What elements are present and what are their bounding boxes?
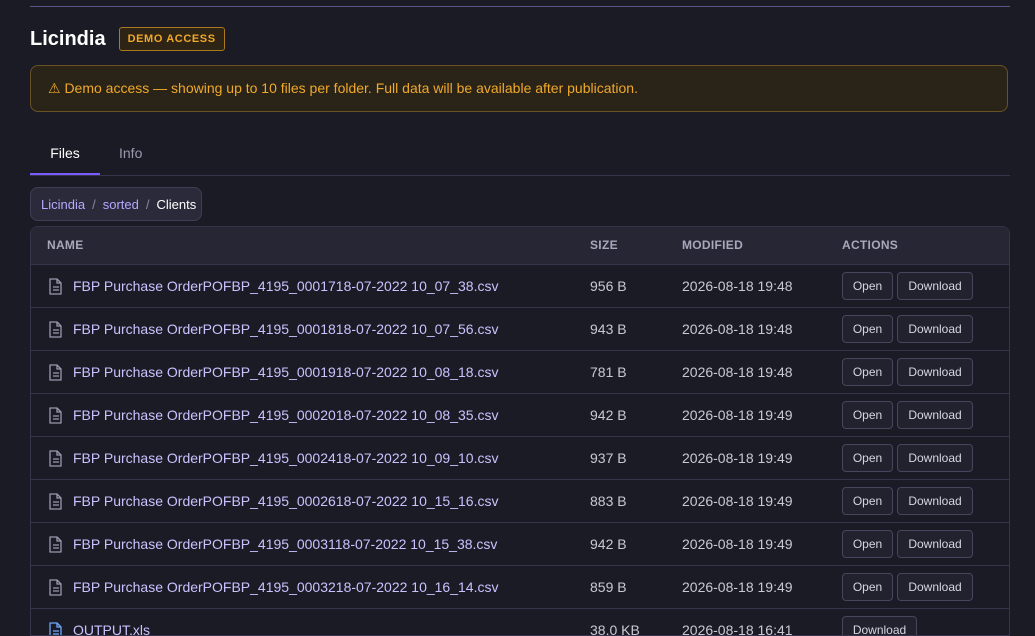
- file-size: 937 B: [590, 450, 627, 466]
- file-name-link[interactable]: FBP Purchase OrderPOFBP_4195_0001718-07-…: [73, 265, 498, 307]
- file-modified: 2026-08-18 19:48: [682, 278, 793, 294]
- download-button[interactable]: Download: [897, 401, 973, 429]
- file-name-link[interactable]: FBP Purchase OrderPOFBP_4195_0003218-07-…: [73, 566, 498, 608]
- file-icon: [48, 364, 64, 381]
- page-title: Licindia: [30, 27, 106, 50]
- demo-notice-text: ⚠ Demo access — showing up to 10 files p…: [48, 80, 638, 96]
- file-size: 859 B: [590, 579, 627, 595]
- table-row: FBP Purchase OrderPOFBP_4195_0001918-07-…: [31, 351, 1009, 394]
- file-modified: 2026-08-18 19:48: [682, 321, 793, 337]
- download-button[interactable]: Download: [842, 616, 917, 635]
- file-name-link[interactable]: FBP Purchase OrderPOFBP_4195_0003118-07-…: [73, 523, 497, 565]
- file-size: 883 B: [590, 493, 627, 509]
- file-name-link[interactable]: FBP Purchase OrderPOFBP_4195_0001818-07-…: [73, 308, 498, 350]
- open-button[interactable]: Open: [842, 315, 893, 343]
- file-modified: 2026-08-18 19:49: [682, 536, 793, 552]
- file-name-link[interactable]: FBP Purchase OrderPOFBP_4195_0001918-07-…: [73, 351, 498, 393]
- breadcrumb: Licindia / sorted / Clients: [30, 187, 202, 221]
- download-button[interactable]: Download: [897, 272, 973, 300]
- file-icon: [48, 536, 64, 553]
- download-button[interactable]: Download: [897, 444, 973, 472]
- download-button[interactable]: Download: [897, 487, 973, 515]
- file-modified: 2026-08-18 19:49: [682, 579, 793, 595]
- breadcrumb-licindia[interactable]: Licindia: [41, 197, 85, 212]
- open-button[interactable]: Open: [842, 530, 893, 558]
- table-row: FBP Purchase OrderPOFBP_4195_0001818-07-…: [31, 308, 1009, 351]
- header-name: NAME: [47, 238, 84, 252]
- open-button[interactable]: Open: [842, 401, 893, 429]
- demo-notice: ⚠ Demo access — showing up to 10 files p…: [30, 65, 1008, 112]
- file-modified: 2026-08-18 19:49: [682, 493, 793, 509]
- breadcrumb-clients: Clients: [156, 196, 197, 212]
- file-name-link[interactable]: OUTPUT.xls: [73, 609, 150, 635]
- table-body: FBP Purchase OrderPOFBP_4195_0001718-07-…: [31, 265, 1009, 636]
- table-row: FBP Purchase OrderPOFBP_4195_0002618-07-…: [31, 480, 1009, 523]
- download-button[interactable]: Download: [897, 530, 973, 558]
- top-divider: [30, 6, 1010, 7]
- file-icon: [48, 278, 64, 295]
- breadcrumb-separator: /: [145, 196, 150, 212]
- file-size: 943 B: [590, 321, 627, 337]
- file-modified: 2026-08-18 19:49: [682, 407, 793, 423]
- open-button[interactable]: Open: [842, 358, 893, 386]
- tab-bar: Files Info: [30, 137, 1010, 176]
- file-size: 942 B: [590, 407, 627, 423]
- file-name-link[interactable]: FBP Purchase OrderPOFBP_4195_0002018-07-…: [73, 394, 498, 436]
- open-button[interactable]: Open: [842, 272, 893, 300]
- table-row: FBP Purchase OrderPOFBP_4195_0003118-07-…: [31, 523, 1009, 566]
- open-button[interactable]: Open: [842, 573, 893, 601]
- file-icon: [48, 579, 64, 596]
- header-actions: ACTIONS: [842, 238, 899, 252]
- table-header: NAME SIZE MODIFIED ACTIONS: [31, 227, 1009, 265]
- open-button[interactable]: Open: [842, 487, 893, 515]
- files-table: NAME SIZE MODIFIED ACTIONS FBP Purchase …: [30, 226, 1010, 636]
- file-icon: [48, 622, 64, 635]
- file-icon: [48, 321, 64, 338]
- breadcrumb-sorted[interactable]: sorted: [103, 197, 139, 212]
- file-size: 38.0 KB: [590, 622, 640, 636]
- tab-files[interactable]: Files: [30, 137, 100, 175]
- file-name-link[interactable]: FBP Purchase OrderPOFBP_4195_0002618-07-…: [73, 480, 498, 522]
- download-button[interactable]: Download: [897, 573, 973, 601]
- download-button[interactable]: Download: [897, 358, 973, 386]
- open-button[interactable]: Open: [842, 444, 893, 472]
- breadcrumb-separator: /: [92, 196, 96, 212]
- tab-info[interactable]: Info: [119, 137, 142, 173]
- table-row: OUTPUT.xls 38.0 KB 2026-08-18 16:41 Down…: [31, 609, 1009, 636]
- table-row: FBP Purchase OrderPOFBP_4195_0001718-07-…: [31, 265, 1009, 308]
- file-icon: [48, 493, 64, 510]
- file-modified: 2026-08-18 16:41: [682, 622, 793, 636]
- file-modified: 2026-08-18 19:48: [682, 364, 793, 380]
- file-size: 942 B: [590, 536, 627, 552]
- table-row: FBP Purchase OrderPOFBP_4195_0002418-07-…: [31, 437, 1009, 480]
- download-button[interactable]: Download: [897, 315, 973, 343]
- file-icon: [48, 450, 64, 467]
- file-name-link[interactable]: FBP Purchase OrderPOFBP_4195_0002418-07-…: [73, 437, 498, 479]
- header-size: SIZE: [590, 238, 618, 252]
- project-header: Licindia DEMO ACCESS: [30, 26, 225, 52]
- demo-access-badge: DEMO ACCESS: [118, 27, 225, 51]
- table-row: FBP Purchase OrderPOFBP_4195_0002018-07-…: [31, 394, 1009, 437]
- file-modified: 2026-08-18 19:49: [682, 450, 793, 466]
- file-size: 956 B: [590, 278, 627, 294]
- header-modified: MODIFIED: [682, 238, 744, 252]
- table-row: FBP Purchase OrderPOFBP_4195_0003218-07-…: [31, 566, 1009, 609]
- file-size: 781 B: [590, 364, 627, 380]
- file-icon: [48, 407, 64, 424]
